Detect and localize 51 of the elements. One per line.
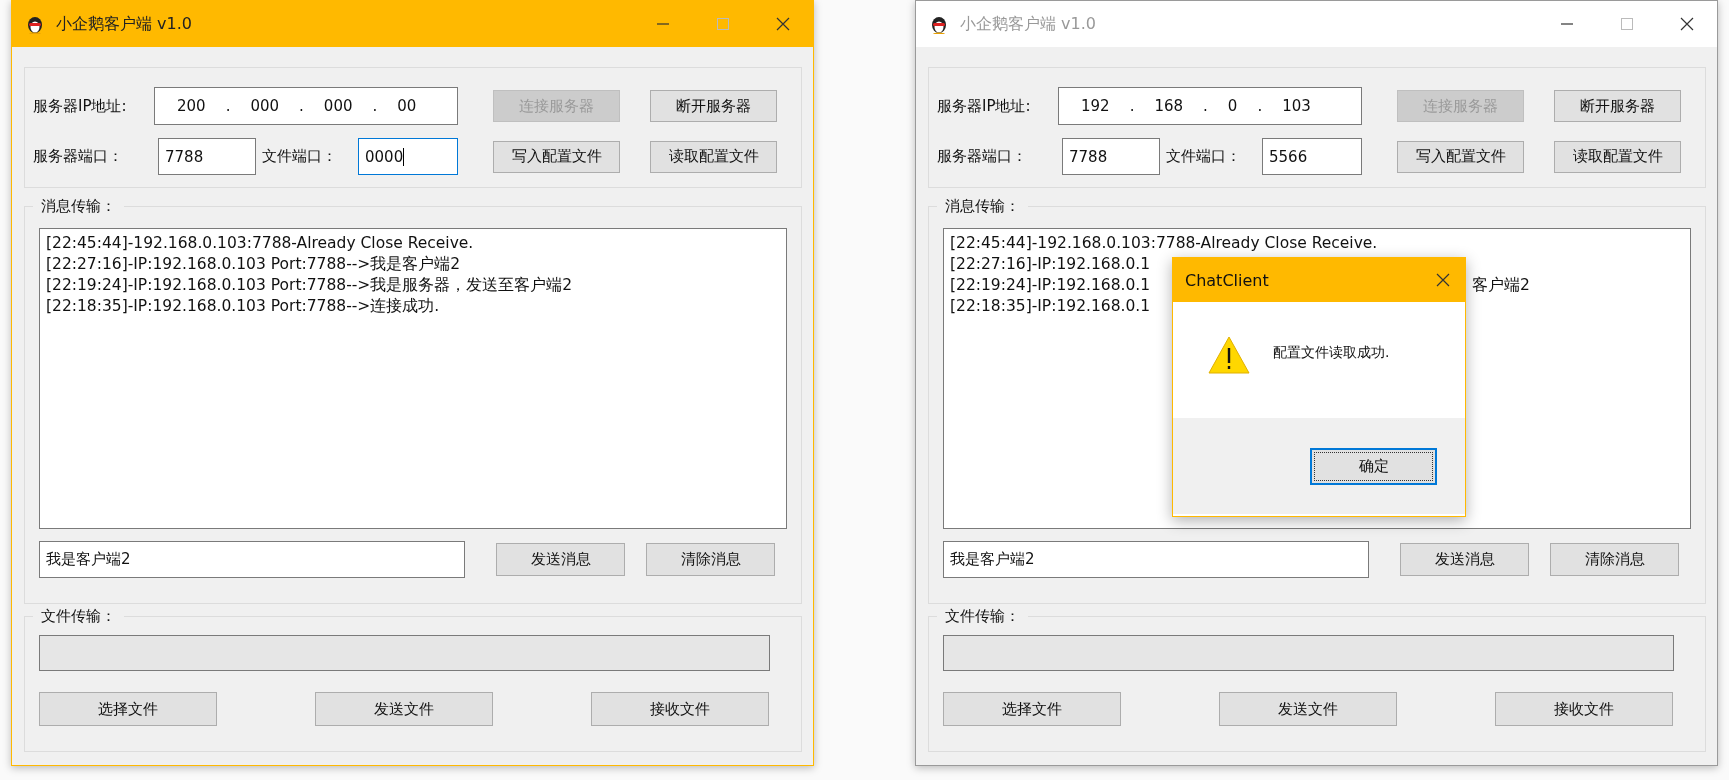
server-button[interactable]: 断开服务器 — [650, 90, 777, 122]
clear-message-button[interactable]: 清除消息 — [646, 543, 775, 576]
log-line: [22:18:35]-IP:192.168.0.1 — [950, 297, 1151, 315]
window-title: 小企鹅客户端 v1.0 — [56, 13, 192, 35]
config-button[interactable]: 读取配置文件 — [1554, 140, 1681, 173]
server-button[interactable]: 断开服务器 — [1554, 90, 1681, 122]
ip-label: 服务器IP地址: — [937, 96, 1032, 116]
warning-icon — [1207, 335, 1251, 375]
penguin-icon — [26, 14, 44, 34]
clear-message-button[interactable]: 清除消息 — [1550, 543, 1679, 576]
port-field[interactable]: 7788 — [1062, 138, 1160, 175]
log-line: [22:18:35]-IP:192.168.0.103 Port:7788-->连接成功. — [46, 297, 440, 315]
group-label: 消息传输： — [944, 197, 1021, 216]
dialog-title: ChatClient — [1185, 270, 1269, 290]
penguin-icon — [930, 14, 948, 34]
file-button[interactable]: 发送文件 — [315, 692, 493, 726]
log-line: [22:27:16]-IP:192.168.0.103 Port:7788-->我是客户端2 — [46, 255, 461, 273]
file-port-field[interactable]: 0000 — [358, 138, 458, 175]
dialog-message: 配置文件读取成功. — [1273, 344, 1390, 362]
log-line: [22:45:44]-192.168.0.103:7788-Already Close Receive. — [950, 234, 1378, 252]
port-label: 服务器端口： — [33, 147, 124, 166]
send-message-button[interactable]: 发送消息 — [1400, 543, 1529, 576]
file-button[interactable]: 接收文件 — [1495, 692, 1673, 726]
file-button[interactable]: 接收文件 — [591, 692, 769, 726]
file-port-field[interactable]: 5566 — [1262, 138, 1362, 175]
ip-address-field[interactable]: 200 . 000 . 000 . 00 — [154, 87, 458, 125]
message-input[interactable]: 我是客户端2 — [39, 541, 465, 578]
config-button[interactable]: 写入配置文件 — [1397, 140, 1524, 173]
group-label: 消息传输： — [40, 197, 117, 216]
file-button[interactable]: 选择文件 — [943, 692, 1121, 726]
send-message-button[interactable]: 发送消息 — [496, 543, 625, 576]
log-line: 客户端2 — [1472, 275, 1530, 296]
config-button[interactable]: 写入配置文件 — [493, 140, 620, 173]
file-button[interactable]: 发送文件 — [1219, 692, 1397, 726]
config-button[interactable]: 读取配置文件 — [650, 140, 777, 173]
port-label: 服务器端口： — [937, 147, 1028, 166]
log-line: [22:45:44]-192.168.0.103:7788-Already Close Receive. — [46, 234, 474, 252]
port-field[interactable]: 7788 — [158, 138, 256, 175]
message-input[interactable]: 我是客户端2 — [943, 541, 1369, 578]
file-port-label: 文件端口： — [261, 147, 338, 166]
log-line: [22:19:24]-IP:192.168.0.1 — [950, 276, 1151, 294]
file-port-label: 文件端口： — [1165, 147, 1242, 166]
ok-button[interactable]: 确定 — [1310, 447, 1437, 485]
log-line: [22:27:16]-IP:192.168.0.1 — [950, 255, 1151, 273]
file-button[interactable]: 选择文件 — [39, 692, 217, 726]
group-label: 文件传输： — [40, 607, 117, 626]
group-label: 文件传输： — [944, 607, 1021, 626]
ip-label: 服务器IP地址: — [33, 96, 128, 116]
log-line: [22:19:24]-IP:192.168.0.103 Port:7788-->我是服务器，发送至客户端2 — [46, 276, 573, 294]
ip-address-field[interactable]: 192 . 168 . 0 . 103 — [1058, 87, 1362, 125]
window-title: 小企鹅客户端 v1.0 — [960, 13, 1096, 35]
